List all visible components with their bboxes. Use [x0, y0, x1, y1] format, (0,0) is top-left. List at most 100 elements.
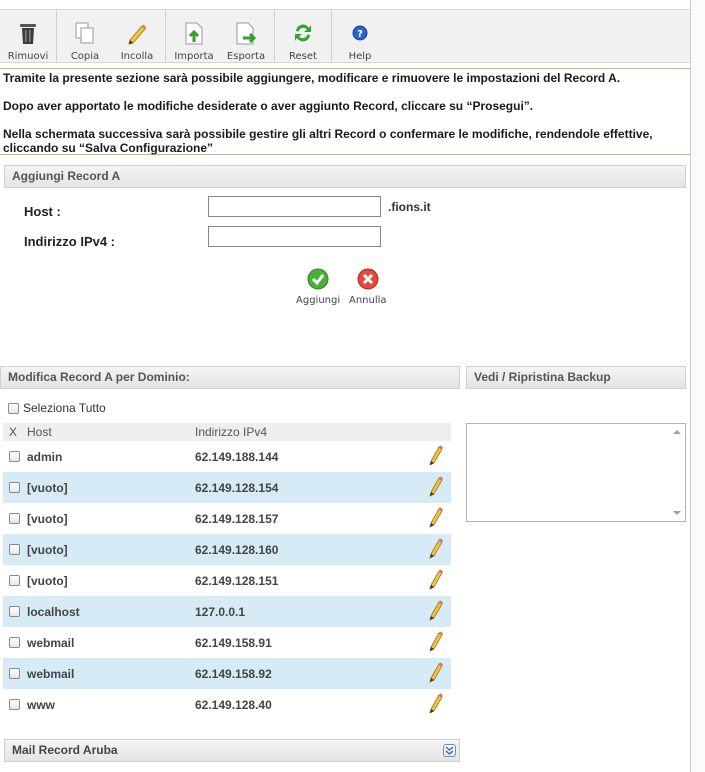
pencil-icon: [428, 568, 444, 593]
expand-icon[interactable]: [443, 744, 456, 757]
cancel-button[interactable]: Annulla: [349, 268, 387, 306]
row-checkbox[interactable]: [9, 699, 20, 710]
check-icon: [307, 268, 329, 293]
edit-button[interactable]: [421, 506, 451, 531]
export-icon: [234, 20, 258, 46]
row-checkbox[interactable]: [9, 513, 20, 524]
table-header: X Host Indirizzo IPv4: [3, 423, 451, 441]
row-host: [vuoto]: [27, 542, 68, 557]
pencil-icon: [428, 537, 444, 562]
select-all-label: Seleziona Tutto: [23, 401, 106, 415]
edit-button[interactable]: [421, 444, 451, 469]
col-header-ip: Indirizzo IPv4: [195, 425, 268, 439]
add-record-header: Aggiungi Record A: [4, 165, 686, 188]
row-select[interactable]: [3, 637, 27, 648]
row-select[interactable]: [3, 668, 27, 679]
backup-header: Vedi / Ripristina Backup: [466, 366, 686, 389]
trash-icon: [16, 20, 40, 46]
reset-icon: [291, 20, 315, 46]
reset-button-label: Reset: [289, 51, 317, 62]
ip-input[interactable]: [208, 226, 381, 247]
row-select[interactable]: [3, 575, 27, 586]
backup-list[interactable]: [466, 423, 686, 522]
row-ip: 62.149.128.40: [195, 697, 272, 712]
pencil-icon: [428, 599, 444, 624]
row-checkbox[interactable]: [9, 668, 20, 679]
pencil-icon: [428, 692, 444, 717]
row-ip: 62.149.158.92: [195, 666, 272, 681]
host-input[interactable]: [208, 196, 381, 217]
help-button[interactable]: ? Help: [334, 10, 386, 62]
col-header-x: X: [9, 425, 18, 439]
paste-button[interactable]: Incolla: [111, 10, 163, 62]
reset-button[interactable]: Reset: [277, 10, 329, 62]
scroll-down-icon[interactable]: [673, 511, 681, 515]
remove-button-label: Rimuovi: [7, 51, 49, 62]
row-host: webmail: [27, 635, 75, 650]
row-select[interactable]: [3, 606, 27, 617]
host-suffix: .fions.it: [388, 200, 431, 214]
records-table: X Host Indirizzo IPv4 admin 62.149.188.14…: [3, 423, 451, 720]
table-row: [vuoto] 62.149.128.160: [3, 534, 451, 565]
paste-icon: [125, 20, 149, 46]
export-button[interactable]: Esporta: [220, 10, 272, 62]
edit-button[interactable]: [421, 661, 451, 686]
row-host: [vuoto]: [27, 573, 68, 588]
row-ip: 62.149.188.144: [195, 449, 279, 464]
row-ip: 62.149.128.157: [195, 511, 279, 526]
import-button-label: Importa: [174, 51, 214, 62]
add-button[interactable]: Aggiungi: [296, 268, 340, 306]
scroll-up-icon[interactable]: [673, 430, 681, 434]
row-select[interactable]: [3, 544, 27, 555]
toolbar-group-transfer: Importa Esporta: [166, 10, 275, 62]
toolbar-group-remove: Rimuovi: [0, 10, 57, 62]
copy-button-label: Copia: [70, 51, 100, 62]
row-host: www: [27, 697, 56, 712]
row-select[interactable]: [3, 699, 27, 710]
row-checkbox[interactable]: [9, 482, 20, 493]
row-checkbox[interactable]: [9, 451, 20, 462]
backup-scrollbar[interactable]: [670, 424, 685, 521]
edit-button[interactable]: [421, 692, 451, 717]
mail-record-title: Mail Record Aruba: [12, 743, 118, 757]
edit-button[interactable]: [421, 568, 451, 593]
import-icon: [182, 20, 206, 46]
paste-button-label: Incolla: [120, 51, 154, 62]
select-all[interactable]: Seleziona Tutto: [8, 401, 106, 415]
add-button-label: Aggiungi: [296, 295, 341, 306]
page: Rimuovi Copia Incolla Importa Esporta Re…: [0, 0, 691, 772]
edit-button[interactable]: [421, 475, 451, 500]
row-checkbox[interactable]: [9, 606, 20, 617]
row-select[interactable]: [3, 513, 27, 524]
copy-button[interactable]: Copia: [59, 10, 111, 62]
row-checkbox[interactable]: [9, 544, 20, 555]
row-checkbox[interactable]: [9, 637, 20, 648]
row-host: admin: [27, 449, 63, 464]
edit-button[interactable]: [421, 599, 451, 624]
row-select[interactable]: [3, 451, 27, 462]
toolbar: Rimuovi Copia Incolla Importa Esporta Re…: [0, 9, 691, 63]
pencil-icon: [428, 630, 444, 655]
table-body: admin 62.149.188.144 [vuoto] 62.149.128.154…: [3, 441, 451, 720]
table-row: [vuoto] 62.149.128.157: [3, 503, 451, 534]
row-select[interactable]: [3, 482, 27, 493]
info-line-1: Tramite la presente sezione sarà possibi…: [3, 71, 621, 85]
edit-button[interactable]: [421, 630, 451, 655]
help-button-label: Help: [348, 51, 372, 62]
copy-icon: [73, 20, 97, 46]
edit-button[interactable]: [421, 537, 451, 562]
export-button-label: Esporta: [226, 51, 266, 62]
mail-record-header[interactable]: Mail Record Aruba: [4, 739, 460, 762]
remove-button[interactable]: Rimuovi: [2, 10, 54, 62]
info-box: Tramite la presente sezione sarà possibi…: [0, 68, 691, 155]
svg-text:?: ?: [357, 29, 363, 40]
import-button[interactable]: Importa: [168, 10, 220, 62]
row-ip: 62.149.128.154: [195, 480, 279, 495]
row-ip: 62.149.158.91: [195, 635, 272, 650]
table-row: localhost 127.0.0.1: [3, 596, 451, 627]
row-checkbox[interactable]: [9, 575, 20, 586]
pencil-icon: [428, 444, 444, 469]
select-all-checkbox[interactable]: [8, 402, 19, 414]
row-host: [vuoto]: [27, 480, 68, 495]
table-row: webmail 62.149.158.91: [3, 627, 451, 658]
